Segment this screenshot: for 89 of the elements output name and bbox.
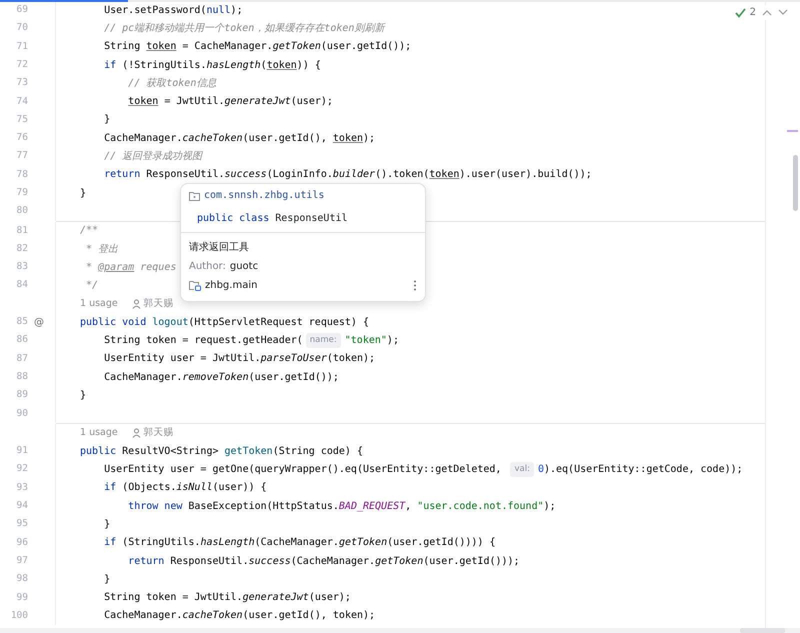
line-number: 98 bbox=[16, 572, 28, 586]
module-icon bbox=[189, 280, 201, 291]
code-text: /** bbox=[80, 224, 98, 238]
line-number: 90 bbox=[16, 406, 28, 421]
code-text: String token = CacheManager.getToken(user.getId()); bbox=[103, 40, 412, 54]
code-text: token = JwtUtil.generateJwt(user); bbox=[127, 95, 333, 110]
author-value: guotc bbox=[230, 260, 258, 274]
class-signature: public class ResponseUtil bbox=[196, 212, 349, 226]
line-number: 69 bbox=[16, 3, 28, 18]
code-text: throw new BaseException(HttpStatus.BAD_REQUEST, "user.code.not.found"); bbox=[127, 500, 556, 514]
code-text: * 登出 bbox=[85, 242, 118, 256]
code-text: UserEntity user = getOne(queryWrapper().eq(UserEntity::getDeleted, bbox=[103, 463, 502, 478]
line-number: 99 bbox=[16, 590, 28, 605]
line-number: 71 bbox=[16, 40, 28, 54]
line-number: 79 bbox=[16, 186, 28, 200]
scrollbar-thumb[interactable] bbox=[740, 628, 785, 633]
code-text: } bbox=[103, 572, 110, 587]
chevron-down-icon[interactable] bbox=[778, 9, 788, 16]
class-description: 请求返回工具 bbox=[189, 240, 249, 255]
code-text: String token = JwtUtil.generateJwt(user); bbox=[103, 591, 351, 606]
code-text: if (Objects.isNull(user)) { bbox=[103, 481, 267, 496]
scrollbar-thumb[interactable] bbox=[793, 155, 798, 211]
code-text: } bbox=[103, 113, 110, 128]
code-text: } bbox=[80, 186, 86, 201]
code-text: UserEntity user = JwtUtil.parseToUser(token); bbox=[103, 352, 376, 366]
code-text: } bbox=[103, 518, 110, 532]
line-number: 76 bbox=[16, 131, 28, 146]
code-text: */ bbox=[85, 279, 98, 294]
line-number: 85 bbox=[16, 315, 28, 330]
code-text: // 获取token信息 bbox=[127, 76, 216, 91]
line-number: 83 bbox=[16, 260, 28, 274]
code-text: User.setPassword(null); bbox=[103, 4, 243, 18]
line-number: 70 bbox=[16, 21, 28, 36]
line-number: 92 bbox=[16, 462, 28, 476]
line-number: 97 bbox=[16, 554, 28, 568]
person-icon bbox=[132, 298, 141, 309]
line-number: 89 bbox=[16, 388, 28, 402]
code-text: 0).eq(UserEntity::getCode, code)); bbox=[538, 463, 743, 478]
code-text: if (StringUtils.hasLength(CacheManager.getToken(user.getId()))) { bbox=[103, 536, 496, 550]
line-number: 80 bbox=[16, 204, 28, 218]
code-text: public ResultVO<String> getToken(String code) { bbox=[80, 444, 363, 459]
line-number: 86 bbox=[16, 333, 28, 348]
line-number: 78 bbox=[16, 168, 28, 182]
line-number: 72 bbox=[16, 58, 28, 72]
package-icon bbox=[189, 190, 200, 200]
code-text: CacheManager.cacheToken(user.getId(), token); bbox=[103, 609, 376, 624]
person-icon bbox=[132, 428, 141, 438]
inlay-hint: val: bbox=[510, 462, 534, 477]
line-number: 75 bbox=[16, 112, 28, 127]
author-name[interactable]: 郭天赐 bbox=[144, 296, 174, 312]
code-text: CacheManager.removeToken(user.getId()); bbox=[103, 370, 339, 385]
code-text: return ResponseUtil.success(LoginInfo.builder().token(token).user(user).build()); bbox=[103, 168, 592, 182]
code-text: return ResponseUtil.success(CacheManager.getToken(user.getId())); bbox=[127, 554, 520, 569]
line-number: 91 bbox=[16, 444, 28, 458]
check-icon bbox=[734, 8, 746, 18]
line-number: 81 bbox=[16, 224, 28, 238]
code-text: } bbox=[80, 388, 86, 403]
code-text: "token"); bbox=[344, 334, 399, 348]
line-number: 100 bbox=[10, 608, 28, 623]
inlay-hint: name: bbox=[306, 333, 341, 348]
line-number: 96 bbox=[16, 536, 28, 550]
code-text: // 返回登录成功视图 bbox=[103, 150, 202, 164]
package-name[interactable]: com.snnsh.zhbg.utils bbox=[204, 188, 324, 203]
code-text: // pc端和移动端共用一个token，如果缓存存在token则刷新 bbox=[103, 22, 384, 36]
line-number: 77 bbox=[16, 149, 28, 164]
usage-count[interactable]: 1 usage bbox=[80, 296, 118, 312]
usage-count[interactable]: 1 usage bbox=[80, 426, 118, 440]
code-text: if (!StringUtils.hasLength(token)) { bbox=[103, 58, 321, 73]
line-number: 95 bbox=[16, 517, 28, 532]
line-number: 82 bbox=[16, 242, 28, 256]
line-number: 93 bbox=[16, 480, 28, 495]
line-number: 74 bbox=[16, 94, 28, 108]
more-icon[interactable] bbox=[413, 280, 417, 291]
code-text: String token = request.getHeader( bbox=[103, 334, 303, 348]
code-text: * @param reques bbox=[85, 260, 176, 275]
line-number: 88 bbox=[16, 370, 28, 384]
chevron-up-icon[interactable] bbox=[762, 9, 772, 16]
line-number: 94 bbox=[16, 499, 28, 514]
code-text: CacheManager.cacheToken(user.getId(), token); bbox=[103, 132, 376, 146]
author-name[interactable]: 郭天赐 bbox=[144, 426, 174, 440]
line-number: 87 bbox=[16, 352, 28, 366]
module-name[interactable]: zhbg.main bbox=[205, 278, 258, 293]
code-text: public void logout(HttpServletRequest request) { bbox=[80, 316, 369, 330]
inspection-widget[interactable]: 2 bbox=[734, 5, 756, 20]
author-label: Author: bbox=[189, 260, 226, 274]
line-number: 73 bbox=[16, 76, 28, 90]
line-number: 84 bbox=[16, 278, 28, 292]
stripe-marker[interactable] bbox=[787, 130, 798, 132]
override-marker[interactable]: @ bbox=[34, 314, 44, 330]
